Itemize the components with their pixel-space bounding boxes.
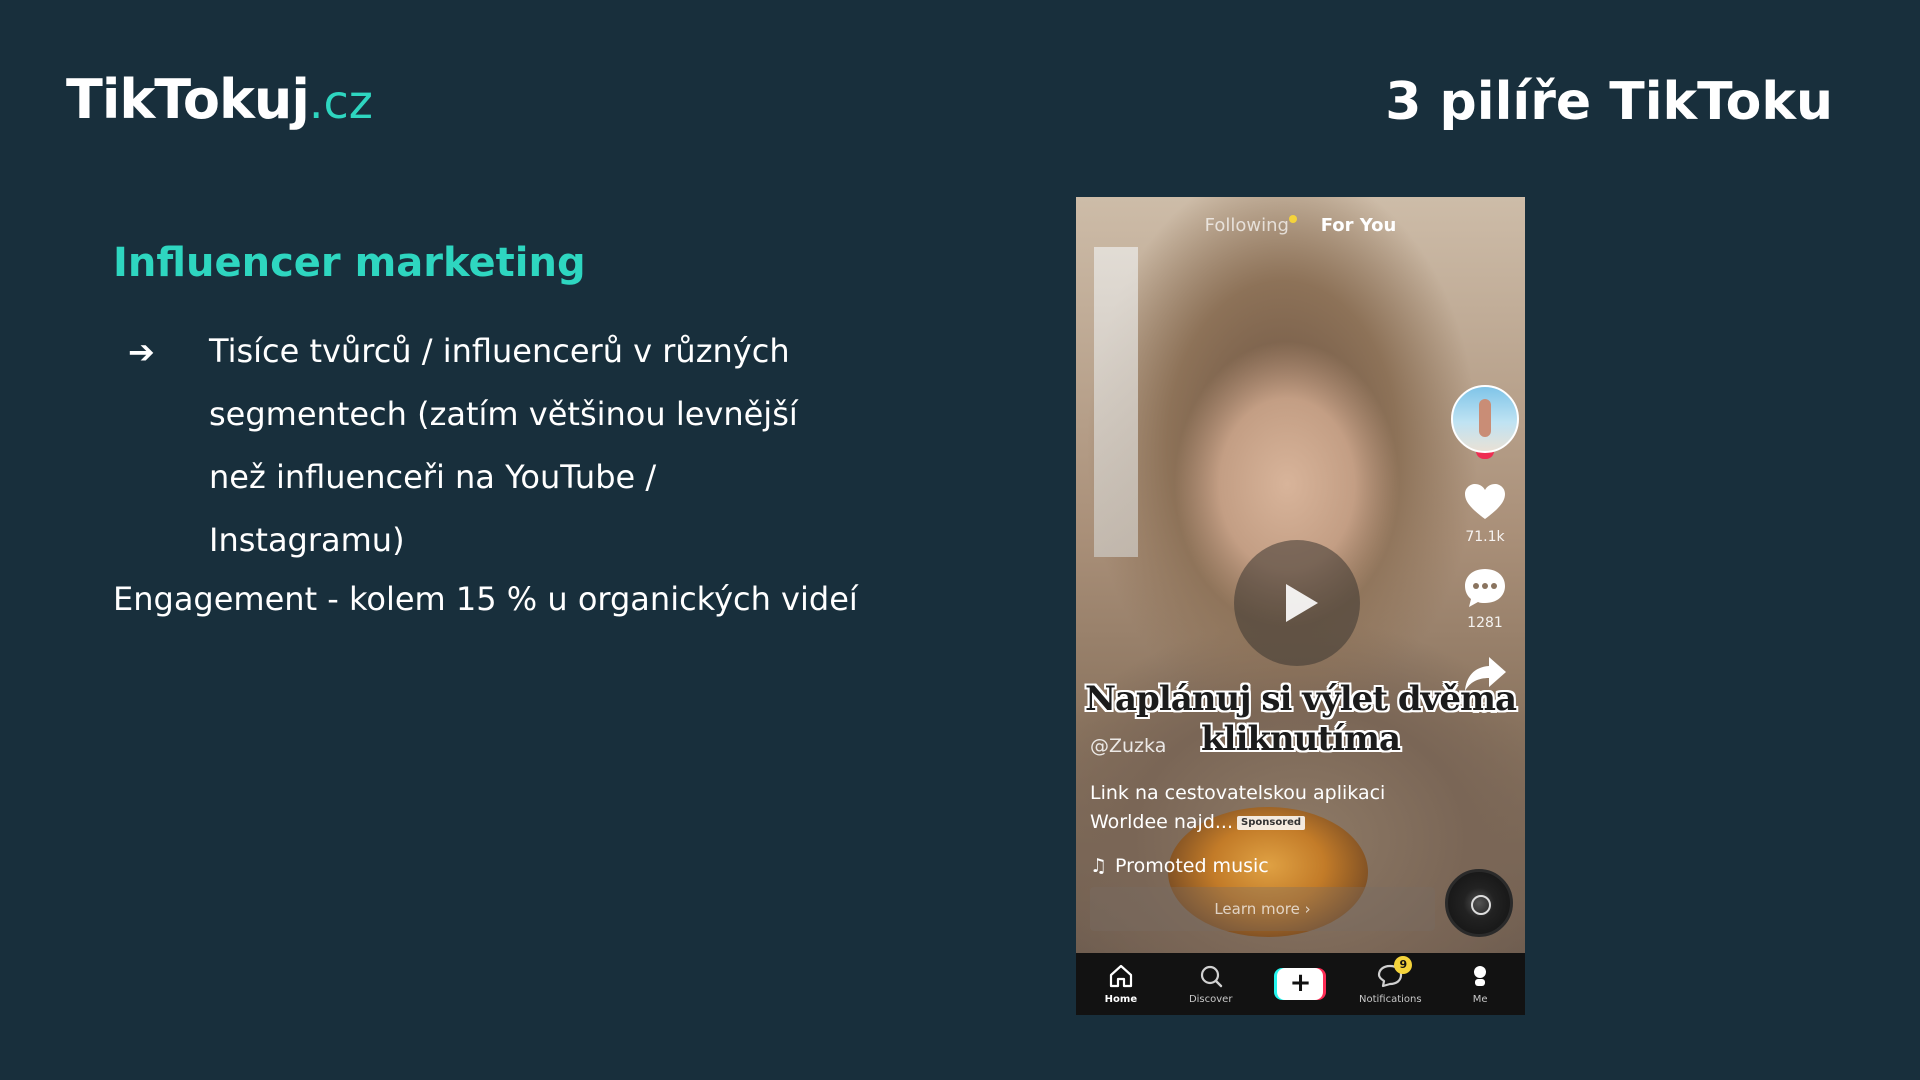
play-icon bbox=[1286, 584, 1318, 622]
creator-avatar[interactable] bbox=[1451, 385, 1519, 453]
brand-logo: TikTokuj.cz bbox=[66, 68, 373, 131]
music-disc-icon[interactable] bbox=[1445, 869, 1513, 937]
bullet-item: ➔ Tisíce tvůrců / influencerů v různých … bbox=[128, 328, 888, 572]
profile-icon bbox=[1474, 965, 1487, 986]
heart-icon bbox=[1449, 479, 1521, 525]
learn-more-label: Learn more bbox=[1214, 900, 1300, 918]
video-caption: Link na cestovatelskou aplikaci Worldee … bbox=[1090, 779, 1420, 837]
logo-tld: .cz bbox=[308, 75, 373, 129]
nav-home[interactable]: Home bbox=[1081, 964, 1161, 1005]
nav-notifications-label: Notifications bbox=[1358, 993, 1422, 1005]
comment-action[interactable]: 1281 bbox=[1449, 565, 1521, 631]
video-background-window bbox=[1094, 247, 1138, 557]
music-note-icon: ♫ bbox=[1090, 855, 1108, 877]
comment-count: 1281 bbox=[1467, 615, 1503, 631]
section-heading: Influencer marketing bbox=[113, 240, 586, 286]
logo-name: TikTokuj bbox=[66, 68, 310, 131]
like-count: 71.1k bbox=[1465, 529, 1505, 545]
nav-home-label: Home bbox=[1104, 993, 1138, 1005]
tab-following[interactable]: Following bbox=[1205, 215, 1297, 236]
like-action[interactable]: 71.1k bbox=[1449, 479, 1521, 545]
comment-icon bbox=[1449, 565, 1521, 611]
home-icon bbox=[1109, 964, 1132, 987]
nav-discover-label: Discover bbox=[1188, 993, 1233, 1005]
sponsored-badge: Sponsored bbox=[1237, 816, 1306, 830]
search-icon bbox=[1200, 965, 1222, 987]
learn-more-button[interactable]: Learn more › bbox=[1090, 887, 1435, 931]
disc-center bbox=[1471, 895, 1491, 915]
bullet-text: Tisíce tvůrců / influencerů v různých se… bbox=[209, 332, 798, 559]
nav-discover[interactable]: Discover bbox=[1171, 964, 1251, 1005]
arrow-right-icon: ➔ bbox=[128, 333, 155, 371]
action-column: 71.1k 1281 232 bbox=[1449, 385, 1521, 717]
notification-badge: 9 bbox=[1394, 955, 1413, 974]
add-video-button[interactable]: + bbox=[1277, 968, 1324, 1000]
creator-username[interactable]: @Zuzka bbox=[1090, 735, 1166, 757]
slide-title: 3 pilíře TikToku bbox=[1385, 72, 1833, 132]
play-button[interactable] bbox=[1234, 540, 1360, 666]
tab-for-you[interactable]: For You bbox=[1321, 215, 1397, 236]
nav-me-label: Me bbox=[1472, 993, 1488, 1005]
tiktok-phone-screenshot: Following For You 71.1k 1281 232 Naplánu… bbox=[1076, 197, 1525, 1015]
feed-tabs: Following For You bbox=[1076, 215, 1525, 236]
music-info[interactable]: ♫ Promoted music bbox=[1090, 855, 1269, 877]
chevron-right-icon: › bbox=[1304, 900, 1311, 918]
bottom-nav: Home Discover + 9 Notifications Me bbox=[1076, 953, 1525, 1015]
music-label: Promoted music bbox=[1115, 855, 1269, 877]
avatar-figure bbox=[1479, 399, 1491, 437]
new-content-dot-icon bbox=[1288, 215, 1297, 223]
nav-add[interactable]: + bbox=[1260, 968, 1340, 1000]
nav-me[interactable]: Me bbox=[1440, 964, 1520, 1005]
nav-notifications[interactable]: 9 Notifications bbox=[1350, 955, 1430, 1005]
engagement-text: Engagement - kolem 15 % u organických vi… bbox=[113, 580, 858, 618]
